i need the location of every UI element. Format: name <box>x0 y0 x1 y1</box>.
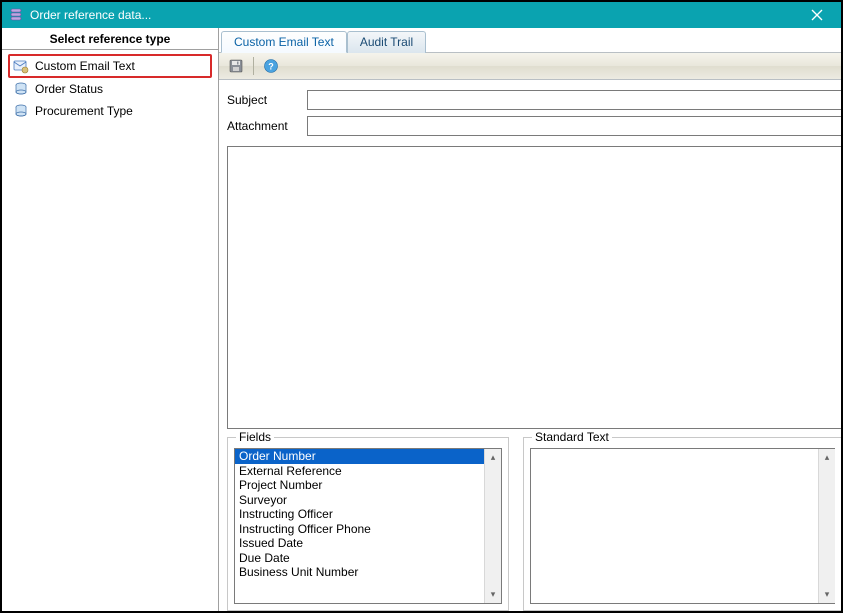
subject-input[interactable] <box>307 90 841 110</box>
sidebar-item-procurement-type[interactable]: Procurement Type <box>8 100 212 122</box>
scroll-up-button[interactable]: ▴ <box>485 449 501 466</box>
sidebar-item-custom-email-text[interactable]: Custom Email Text <box>8 54 212 78</box>
list-item[interactable]: Order Number <box>235 449 484 464</box>
fields-groupbox: Fields Order Number External Reference P… <box>227 437 509 611</box>
list-item[interactable]: Instructing Officer Phone <box>235 522 484 537</box>
tab-custom-email-text[interactable]: Custom Email Text <box>221 31 347 53</box>
fields-listbox[interactable]: Order Number External Reference Project … <box>234 448 502 604</box>
close-button[interactable] <box>799 2 835 28</box>
sidebar-item-order-status[interactable]: Order Status <box>8 78 212 100</box>
toolbar-separator <box>253 57 254 75</box>
disk-icon <box>228 58 244 74</box>
lower-panels: Fields Order Number External Reference P… <box>219 429 841 611</box>
sidebar-item-label: Order Status <box>35 82 103 96</box>
list-item[interactable]: Due Date <box>235 551 484 566</box>
form-area: Subject Attachment <box>219 80 841 142</box>
list-item[interactable]: External Reference <box>235 464 484 479</box>
subject-row: Subject <box>227 90 841 110</box>
standard-text-groupbox-title: Standard Text <box>532 430 612 444</box>
titlebar: Order reference data... <box>2 2 841 28</box>
sidebar: Select reference type Custom Email Text <box>2 28 219 611</box>
main: Custom Email Text Audit Trail <box>219 28 841 611</box>
list-item[interactable]: Surveyor <box>235 493 484 508</box>
tab-strip: Custom Email Text Audit Trail <box>219 28 841 52</box>
attachment-label: Attachment <box>227 119 307 133</box>
attachment-input[interactable] <box>307 116 841 136</box>
db-icon <box>13 103 29 119</box>
toolbar: ? <box>219 52 841 80</box>
app-icon <box>8 7 24 23</box>
list-item[interactable]: Business Unit Number <box>235 565 484 580</box>
sidebar-items: Custom Email Text Order Status <box>2 50 218 126</box>
tab-audit-trail[interactable]: Audit Trail <box>347 31 426 53</box>
scroll-down-button[interactable]: ▾ <box>485 586 501 603</box>
db-icon <box>13 81 29 97</box>
content: Select reference type Custom Email Text <box>2 28 841 611</box>
help-button[interactable]: ? <box>260 55 282 77</box>
save-button[interactable] <box>225 55 247 77</box>
scroll-up-button[interactable]: ▴ <box>819 449 835 466</box>
window: Order reference data... Select reference… <box>0 0 843 613</box>
sidebar-header: Select reference type <box>2 28 218 50</box>
help-icon: ? <box>263 58 279 74</box>
fields-scrollbar[interactable]: ▴ ▾ <box>484 449 501 603</box>
scroll-track[interactable] <box>819 466 835 586</box>
body-textarea[interactable] <box>227 146 841 429</box>
subject-label: Subject <box>227 93 307 107</box>
sidebar-item-label: Custom Email Text <box>35 59 135 73</box>
list-item[interactable]: Project Number <box>235 478 484 493</box>
window-title: Order reference data... <box>30 8 799 22</box>
scroll-track[interactable] <box>485 466 501 586</box>
standard-text-scrollbar[interactable]: ▴ ▾ <box>818 449 835 603</box>
list-item[interactable]: Issued Date <box>235 536 484 551</box>
fields-groupbox-title: Fields <box>236 430 274 444</box>
fields-listbox-inner: Order Number External Reference Project … <box>235 449 484 603</box>
list-item[interactable]: Instructing Officer <box>235 507 484 522</box>
standard-text-inner <box>531 449 818 603</box>
svg-text:?: ? <box>268 62 274 72</box>
attachment-row: Attachment <box>227 116 841 136</box>
standard-text-box[interactable]: ▴ ▾ <box>530 448 835 604</box>
standard-text-groupbox: Standard Text ▴ ▾ <box>523 437 841 611</box>
sidebar-item-label: Procurement Type <box>35 104 133 118</box>
tab-label: Audit Trail <box>360 35 413 49</box>
scroll-down-button[interactable]: ▾ <box>819 586 835 603</box>
email-settings-icon <box>13 58 29 74</box>
tab-label: Custom Email Text <box>234 35 334 49</box>
